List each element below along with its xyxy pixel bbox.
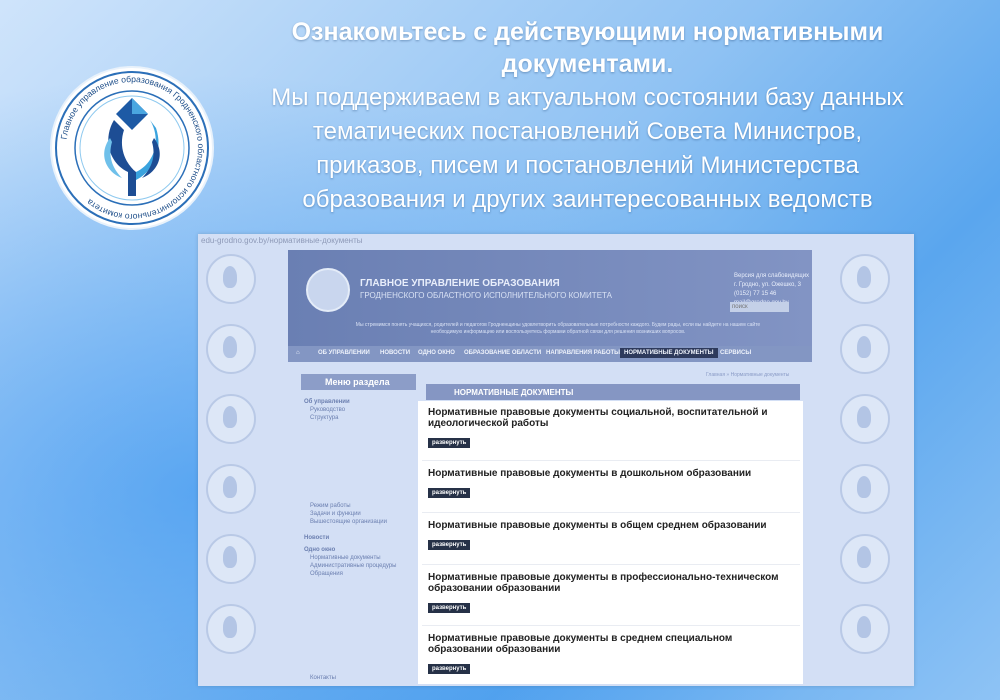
nav-item-directions[interactable]: НАПРАВЛЕНИЯ РАБОТЫ: [546, 350, 620, 356]
doc-title[interactable]: Нормативные правовые документы в професс…: [428, 572, 788, 594]
watermark-logo-icon: [840, 464, 890, 514]
headline-line-2: тематических постановлений Совета Минист…: [312, 118, 863, 145]
divider: [422, 625, 800, 626]
doc-title[interactable]: Нормативные правовые документы социально…: [428, 407, 788, 429]
divider: [422, 460, 800, 461]
headline-block: Ознакомьтесь с действующими нормативными…: [205, 16, 970, 216]
section-menu-title: Меню раздела: [325, 377, 390, 387]
website-screenshot: edu-grodno.gov.by/нормативные-документы …: [198, 234, 914, 686]
watermark-logo-icon: [840, 394, 890, 444]
list-item: Нормативные правовые документы в дошколь…: [428, 468, 788, 499]
site-subtitle: ГРОДНЕНСКОГО ОБЛАСТНОГО ИСПОЛНИТЕЛЬНОГО …: [360, 291, 612, 300]
watermark-logo-icon: [840, 604, 890, 654]
docs-header: НОРМАТИВНЫЕ ДОКУМЕНТЫ: [426, 384, 800, 400]
menu-item[interactable]: Контакты: [304, 674, 414, 682]
doc-title[interactable]: Нормативные правовые документы в дошколь…: [428, 468, 788, 479]
watermark-logo-icon: [206, 464, 256, 514]
watermark-logo-icon: [206, 604, 256, 654]
menu-item[interactable]: Вышестоящие организации: [304, 518, 414, 526]
site-title: ГЛАВНОЕ УПРАВЛЕНИЕ ОБРАЗОВАНИЯ: [360, 278, 560, 289]
menu-item[interactable]: Новости: [304, 534, 414, 542]
site-nav: ⌂ ОБ УПРАВЛЕНИИ НОВОСТИ ОДНО ОКНО ОБРАЗО…: [288, 346, 812, 362]
menu-item[interactable]: Нормативные документы: [304, 554, 414, 562]
menu-item[interactable]: Задачи и функции: [304, 510, 414, 518]
headline-line-1: Мы поддерживаем в актуальном состоянии б…: [271, 84, 904, 111]
headline-line-3: приказов, писем и постановлений Министер…: [316, 152, 859, 179]
watermark-logo-icon: [206, 534, 256, 584]
watermark-logo-icon: [206, 394, 256, 444]
expand-button[interactable]: развернуть: [428, 488, 471, 498]
site-logo-icon: [306, 268, 350, 312]
nav-item-one-window[interactable]: ОДНО ОКНО: [418, 350, 455, 356]
list-item: Нормативные правовые документы в общем с…: [428, 520, 788, 551]
menu-item[interactable]: Обращения: [304, 570, 414, 578]
watermark-logo-icon: [840, 254, 890, 304]
doc-title[interactable]: Нормативные правовые документы в общем с…: [428, 520, 788, 531]
docs-title: НОРМАТИВНЫЕ ДОКУМЕНТЫ: [454, 388, 574, 397]
home-icon[interactable]: ⌂: [296, 350, 300, 356]
list-item: Нормативные правовые документы в професс…: [428, 572, 788, 614]
organization-logo: Главное управление образования Гродненск…: [52, 68, 212, 228]
address-bar-url: edu-grodno.gov.by/нормативные-документы: [201, 236, 363, 245]
headline-line-4: образования и других заинтересованных ве…: [302, 186, 873, 213]
accessibility-link[interactable]: Версия для слабовидящих: [734, 272, 809, 281]
phone-text: (0152) 77 15 46: [734, 291, 777, 297]
docs-list: Нормативные правовые документы социально…: [418, 401, 803, 684]
menu-item[interactable]: Руководство: [304, 406, 414, 414]
site-search-input[interactable]: [730, 302, 789, 312]
doc-title[interactable]: Нормативные правовые документы в среднем…: [428, 633, 788, 655]
logo-emblem-icon: Главное управление образования Гродненск…: [55, 71, 209, 225]
divider: [422, 564, 800, 565]
expand-button[interactable]: развернуть: [428, 540, 471, 550]
nav-item-normative-docs[interactable]: НОРМАТИВНЫЕ ДОКУМЕНТЫ: [620, 348, 718, 358]
menu-item[interactable]: Административные процедуры: [304, 562, 414, 570]
nav-item-news[interactable]: НОВОСТИ: [380, 350, 410, 356]
nav-item-services[interactable]: СЕРВИСЫ: [720, 350, 751, 356]
expand-button[interactable]: развернуть: [428, 664, 471, 674]
expand-button[interactable]: развернуть: [428, 603, 471, 613]
breadcrumb: Главная » Нормативные документы: [706, 372, 790, 378]
watermark-logo-icon: [840, 534, 890, 584]
nav-item-about[interactable]: ОБ УПРАВЛЕНИИ: [318, 350, 370, 356]
watermark-logo-icon: [206, 324, 256, 374]
address-text: г. Гродно, ул. Ожешко, 3: [734, 282, 801, 288]
headline-bold: Ознакомьтесь с действующими нормативными…: [291, 18, 884, 78]
watermark-logo-icon: [840, 324, 890, 374]
divider: [422, 512, 800, 513]
expand-button[interactable]: развернуть: [428, 438, 471, 448]
menu-item[interactable]: Одно окно: [304, 546, 414, 554]
menu-item[interactable]: Об управлении: [304, 398, 414, 406]
menu-item[interactable]: Режим работы: [304, 502, 414, 510]
watermark-logo-icon: [206, 254, 256, 304]
section-menu-list: Об управлении Руководство Структура Режи…: [304, 398, 414, 682]
menu-item[interactable]: Структура: [304, 414, 414, 422]
list-item: Нормативные правовые документы в среднем…: [428, 633, 788, 675]
list-item: Нормативные правовые документы социально…: [428, 407, 788, 449]
site-slogan: Мы стремимся понять учащихся, родителей …: [355, 322, 761, 335]
nav-item-region-education[interactable]: ОБРАЗОВАНИЕ ОБЛАСТИ: [464, 350, 541, 356]
section-menu-header: Меню раздела: [301, 374, 416, 390]
